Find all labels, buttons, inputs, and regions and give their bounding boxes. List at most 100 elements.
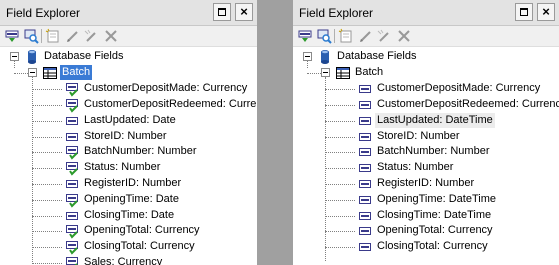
field-row[interactable]: OpeningTotal: Currency: [0, 223, 257, 239]
tree-line: [32, 152, 62, 154]
field-icon: [357, 192, 373, 208]
expander-root[interactable]: [10, 52, 19, 61]
pin-button[interactable]: [515, 3, 533, 21]
field-row[interactable]: RegisterID: Number: [293, 176, 559, 192]
field-label: RegisterID: Number: [377, 176, 475, 189]
field-icon: [357, 144, 373, 160]
browse-data-icon[interactable]: [316, 28, 332, 44]
close-button[interactable]: ×: [537, 3, 555, 21]
field-row[interactable]: OpeningTime: DateTime: [293, 192, 559, 208]
tree-line: [32, 168, 62, 170]
field-tree: Database Fields Batch CustomerDepositMade:…: [0, 47, 257, 265]
tree-line: [32, 262, 62, 264]
browse-data-icon[interactable]: [23, 28, 39, 44]
title-bar: Field Explorer ×: [293, 0, 559, 26]
database-fields-label[interactable]: Database Fields: [42, 49, 126, 64]
field-row[interactable]: ClosingTotal: Currency: [293, 239, 559, 255]
field-label: CustomerDepositRedeemed: Currency: [377, 97, 559, 110]
field-row[interactable]: Status: Number: [0, 160, 257, 176]
field-row[interactable]: BatchNumber: Number: [0, 144, 257, 160]
field-row[interactable]: RegisterID: Number: [0, 176, 257, 192]
field-used-icon: [64, 144, 80, 160]
field-label: OpeningTime: Date: [84, 192, 179, 205]
table-icon: [42, 65, 58, 81]
field-label: RegisterID: Number: [84, 176, 182, 189]
field-used-icon: [64, 160, 80, 176]
field-row[interactable]: CustomerDepositRedeemed: Currency: [0, 97, 257, 113]
pin-icon: [520, 8, 528, 16]
expander-root[interactable]: [303, 52, 312, 61]
field-row[interactable]: LastUpdated: Date: [0, 113, 257, 129]
database-icon: [24, 49, 40, 65]
field-label: CustomerDepositRedeemed: Currency: [84, 97, 257, 110]
tree-line: [325, 152, 355, 154]
toolbar: [0, 26, 257, 47]
field-icon: [64, 129, 80, 145]
field-row[interactable]: CustomerDepositMade: Currency: [293, 81, 559, 97]
expander-batch[interactable]: [321, 67, 330, 77]
field-row[interactable]: ClosingTime: DateTime: [293, 208, 559, 224]
field-icon: [357, 223, 373, 239]
toolbar-separator: [334, 29, 335, 43]
new-field-icon[interactable]: [45, 28, 61, 44]
delete-icon[interactable]: [396, 28, 412, 44]
field-row[interactable]: ClosingTime: Date: [0, 208, 257, 224]
field-row[interactable]: ClosingTotal: Currency: [0, 239, 257, 255]
database-icon: [317, 49, 333, 65]
rename-icon[interactable]: [376, 28, 392, 44]
field-label: LastUpdated: Date: [84, 113, 176, 126]
field-row[interactable]: BatchNumber: Number: [293, 144, 559, 160]
pin-icon: [218, 8, 226, 16]
new-field-icon[interactable]: [338, 28, 354, 44]
table-batch-label[interactable]: Batch: [353, 65, 385, 80]
table-batch-label[interactable]: Batch: [60, 64, 93, 80]
field-used-icon: [64, 239, 80, 255]
tree-line: [32, 247, 62, 249]
field-row[interactable]: StoreID: Number: [0, 129, 257, 145]
field-icon: [357, 176, 373, 192]
tree-line: [32, 231, 62, 233]
pin-button[interactable]: [213, 3, 231, 21]
field-icon: [64, 176, 80, 192]
field-label: StoreID: Number: [377, 129, 460, 142]
field-label: OpeningTime: DateTime: [377, 192, 497, 205]
field-used-icon: [64, 81, 80, 97]
edit-icon[interactable]: [358, 28, 374, 44]
field-label: StoreID: Number: [84, 129, 167, 142]
tree-line: [32, 183, 62, 185]
field-row[interactable]: Status: Number: [293, 160, 559, 176]
insert-field-icon[interactable]: [297, 28, 313, 44]
field-row[interactable]: OpeningTotal: Currency: [293, 223, 559, 239]
close-button[interactable]: ×: [235, 3, 253, 21]
table-icon: [335, 65, 351, 81]
field-label: ClosingTotal: Currency: [377, 240, 488, 253]
toolbar-separator: [41, 29, 42, 43]
field-tree: Database Fields Batch CustomerDepositMade:…: [293, 47, 559, 265]
tree-line: [32, 136, 62, 138]
database-fields-label[interactable]: Database Fields: [335, 49, 419, 64]
field-label: Sales: Currency: [84, 255, 163, 265]
tree-line: [325, 104, 355, 106]
field-row[interactable]: OpeningTime: Date: [0, 192, 257, 208]
close-icon: ×: [240, 4, 248, 19]
field-row[interactable]: LastUpdated: DateTime: [293, 112, 559, 129]
delete-icon[interactable]: [103, 28, 119, 44]
field-used-icon: [64, 223, 80, 239]
field-row[interactable]: StoreID: Number: [293, 129, 559, 145]
tree-line: [32, 120, 62, 122]
field-label: ClosingTotal: Currency: [84, 240, 195, 253]
tree-line: [32, 215, 62, 217]
field-label: LastUpdated: DateTime: [375, 112, 495, 128]
field-used-icon: [64, 255, 80, 265]
field-row[interactable]: CustomerDepositRedeemed: Currency: [293, 97, 559, 113]
rename-icon[interactable]: [83, 28, 99, 44]
field-row[interactable]: CustomerDepositMade: Currency: [0, 81, 257, 97]
field-label: ClosingTime: DateTime: [377, 208, 492, 221]
expander-batch[interactable]: [28, 67, 37, 77]
insert-field-icon[interactable]: [4, 28, 20, 44]
field-explorer-panel-left: Field Explorer × Database Fields Batch Custo…: [0, 0, 257, 265]
field-row[interactable]: Sales: Currency: [0, 255, 257, 265]
field-label: Status: Number: [377, 161, 454, 174]
edit-icon[interactable]: [65, 28, 81, 44]
field-used-icon: [64, 192, 80, 208]
